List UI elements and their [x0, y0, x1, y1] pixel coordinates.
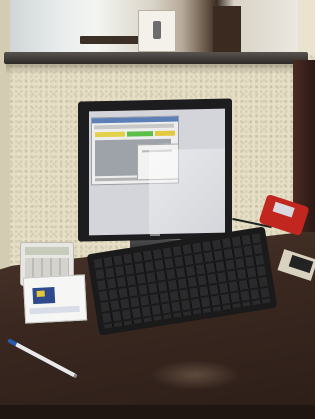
calculator-display [25, 247, 69, 255]
card-terminal-screen [272, 201, 295, 218]
window-opening [8, 0, 298, 55]
card-stack [22, 274, 88, 324]
monitor-logo [150, 234, 160, 236]
counter-ledge [4, 52, 308, 64]
screen-glare [149, 148, 225, 236]
desk-edge [0, 405, 315, 419]
screen-yellow-cell-2 [155, 130, 175, 137]
monitor-screen [89, 108, 225, 236]
background-poster [138, 10, 176, 52]
screen-app-titlebar [92, 116, 178, 124]
background-door [213, 6, 241, 55]
screen-yellow-cell [95, 131, 125, 138]
card-strip [29, 305, 80, 315]
background-shelf [80, 36, 140, 44]
screen-green-cell [127, 131, 153, 137]
card-yellow-mark [36, 290, 45, 297]
desk-reflection [150, 360, 240, 390]
desk-photo [0, 0, 315, 419]
ledge-shadow [6, 64, 306, 74]
screen-app-toolbar [94, 123, 174, 130]
